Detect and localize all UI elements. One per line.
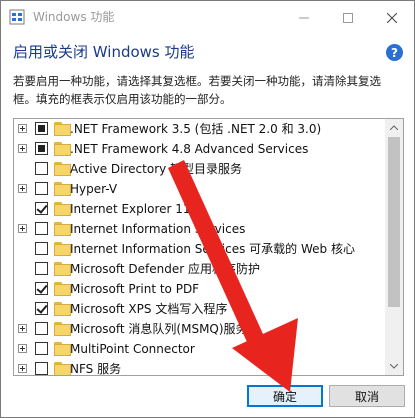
feature-checkbox[interactable] [35,282,48,295]
feature-label: .NET Framework 4.8 Advanced Services [70,142,309,156]
feature-row[interactable]: Internet Explorer 11 [14,199,384,219]
expand-icon[interactable] [18,324,27,333]
feature-label: Microsoft XPS 文档写入程序 [70,302,228,316]
dialog-description: 若要启用一种功能，请选择其复选框。若要关闭一种功能，请清除其复选 框。填充的框表… [13,72,408,108]
maximize-icon [343,8,353,27]
features-tree[interactable]: .NET Framework 3.5 (包括 .NET 2.0 和 3.0) .N… [13,118,404,376]
feature-label: .NET Framework 3.5 (包括 .NET 2.0 和 3.0) [70,122,322,136]
feature-label: Microsoft Print to PDF [70,282,200,296]
minimize-icon [299,8,309,27]
folder-icon [54,282,71,296]
feature-row[interactable]: Internet Information Services 可承载的 Web 核… [14,239,384,259]
feature-row[interactable]: Microsoft Print to PDF [14,279,384,299]
description-line-2: 框。填充的框表示仅启用该功能的一部分。 [13,92,232,106]
feature-row[interactable]: NFS 服务 [14,359,384,376]
feature-checkbox[interactable] [35,362,48,375]
folder-icon [54,162,71,176]
dialog-heading: 启用或关闭 Windows 功能 [13,43,195,61]
chevron-up-icon [389,123,399,132]
feature-row[interactable]: Microsoft Defender 应用程序防护 [14,259,384,279]
feature-label: Internet Explorer 11 [70,202,191,216]
feature-row[interactable]: .NET Framework 4.8 Advanced Services [14,139,384,159]
feature-row[interactable]: MultiPoint Connector [14,339,384,359]
close-button[interactable] [370,1,414,33]
feature-row[interactable]: Microsoft XPS 文档写入程序 [14,299,384,319]
windows-features-icon [9,9,25,25]
feature-label: Hyper-V [70,182,118,196]
feature-checkbox[interactable] [35,322,48,335]
feature-checkbox[interactable] [35,242,48,255]
scroll-down-button[interactable] [385,358,403,375]
feature-checkbox[interactable] [35,342,48,355]
vertical-scrollbar[interactable] [385,119,403,375]
feature-row[interactable]: Microsoft 消息队列(MSMQ)服务器 [14,319,384,339]
feature-label: Active Directory 轻型目录服务 [70,162,243,176]
chevron-down-icon [389,362,399,371]
expand-icon[interactable] [18,364,27,373]
folder-icon [54,142,71,156]
feature-label: Microsoft 消息队列(MSMQ)服务器 [70,322,260,336]
feature-checkbox[interactable] [35,202,48,215]
feature-row[interactable]: Internet Information Services [14,219,384,239]
feature-checkbox[interactable] [35,222,48,235]
folder-icon [54,262,71,276]
feature-checkbox[interactable] [35,142,48,155]
scrollbar-thumb[interactable] [388,137,400,307]
folder-icon [54,322,71,336]
folder-icon [54,362,71,375]
feature-label: Internet Information Services [70,222,246,236]
feature-row[interactable]: Active Directory 轻型目录服务 [14,159,384,179]
minimize-button[interactable] [282,1,326,33]
feature-label: Internet Information Services 可承载的 Web 核… [70,242,355,256]
feature-checkbox[interactable] [35,302,48,315]
feature-label: MultiPoint Connector [70,342,195,356]
expand-icon[interactable] [18,184,27,193]
expand-icon[interactable] [18,124,27,133]
folder-icon [54,182,71,196]
cancel-button[interactable]: 取消 [329,385,405,407]
maximize-button[interactable] [326,1,370,33]
feature-checkbox[interactable] [35,182,48,195]
feature-label: Microsoft Defender 应用程序防护 [70,262,261,276]
feature-row[interactable]: Hyper-V [14,179,384,199]
folder-icon [54,122,71,136]
folder-icon [54,242,71,256]
close-icon [386,8,398,27]
feature-checkbox[interactable] [35,122,48,135]
feature-checkbox[interactable] [35,262,48,275]
description-line-1: 若要启用一种功能，请选择其复选框。若要关闭一种功能，请清除其复选 [13,74,381,88]
title-bar[interactable]: Windows 功能 [1,1,414,33]
feature-row[interactable]: .NET Framework 3.5 (包括 .NET 2.0 和 3.0) [14,119,384,139]
windows-features-dialog: Windows 功能 启用或关闭 Windows 功能 ? 若要启用一种功能，请… [0,0,415,418]
feature-checkbox[interactable] [35,162,48,175]
help-icon[interactable]: ? [386,44,403,61]
ok-button[interactable]: 确定 [247,385,323,407]
expand-icon[interactable] [18,224,27,233]
scroll-up-button[interactable] [385,119,403,136]
window-title: Windows 功能 [33,10,115,24]
expand-icon[interactable] [18,344,27,353]
folder-icon [54,342,71,356]
folder-icon [54,302,71,316]
expand-icon[interactable] [18,144,27,153]
feature-label: NFS 服务 [70,362,122,376]
folder-icon [54,222,71,236]
folder-icon [54,202,71,216]
